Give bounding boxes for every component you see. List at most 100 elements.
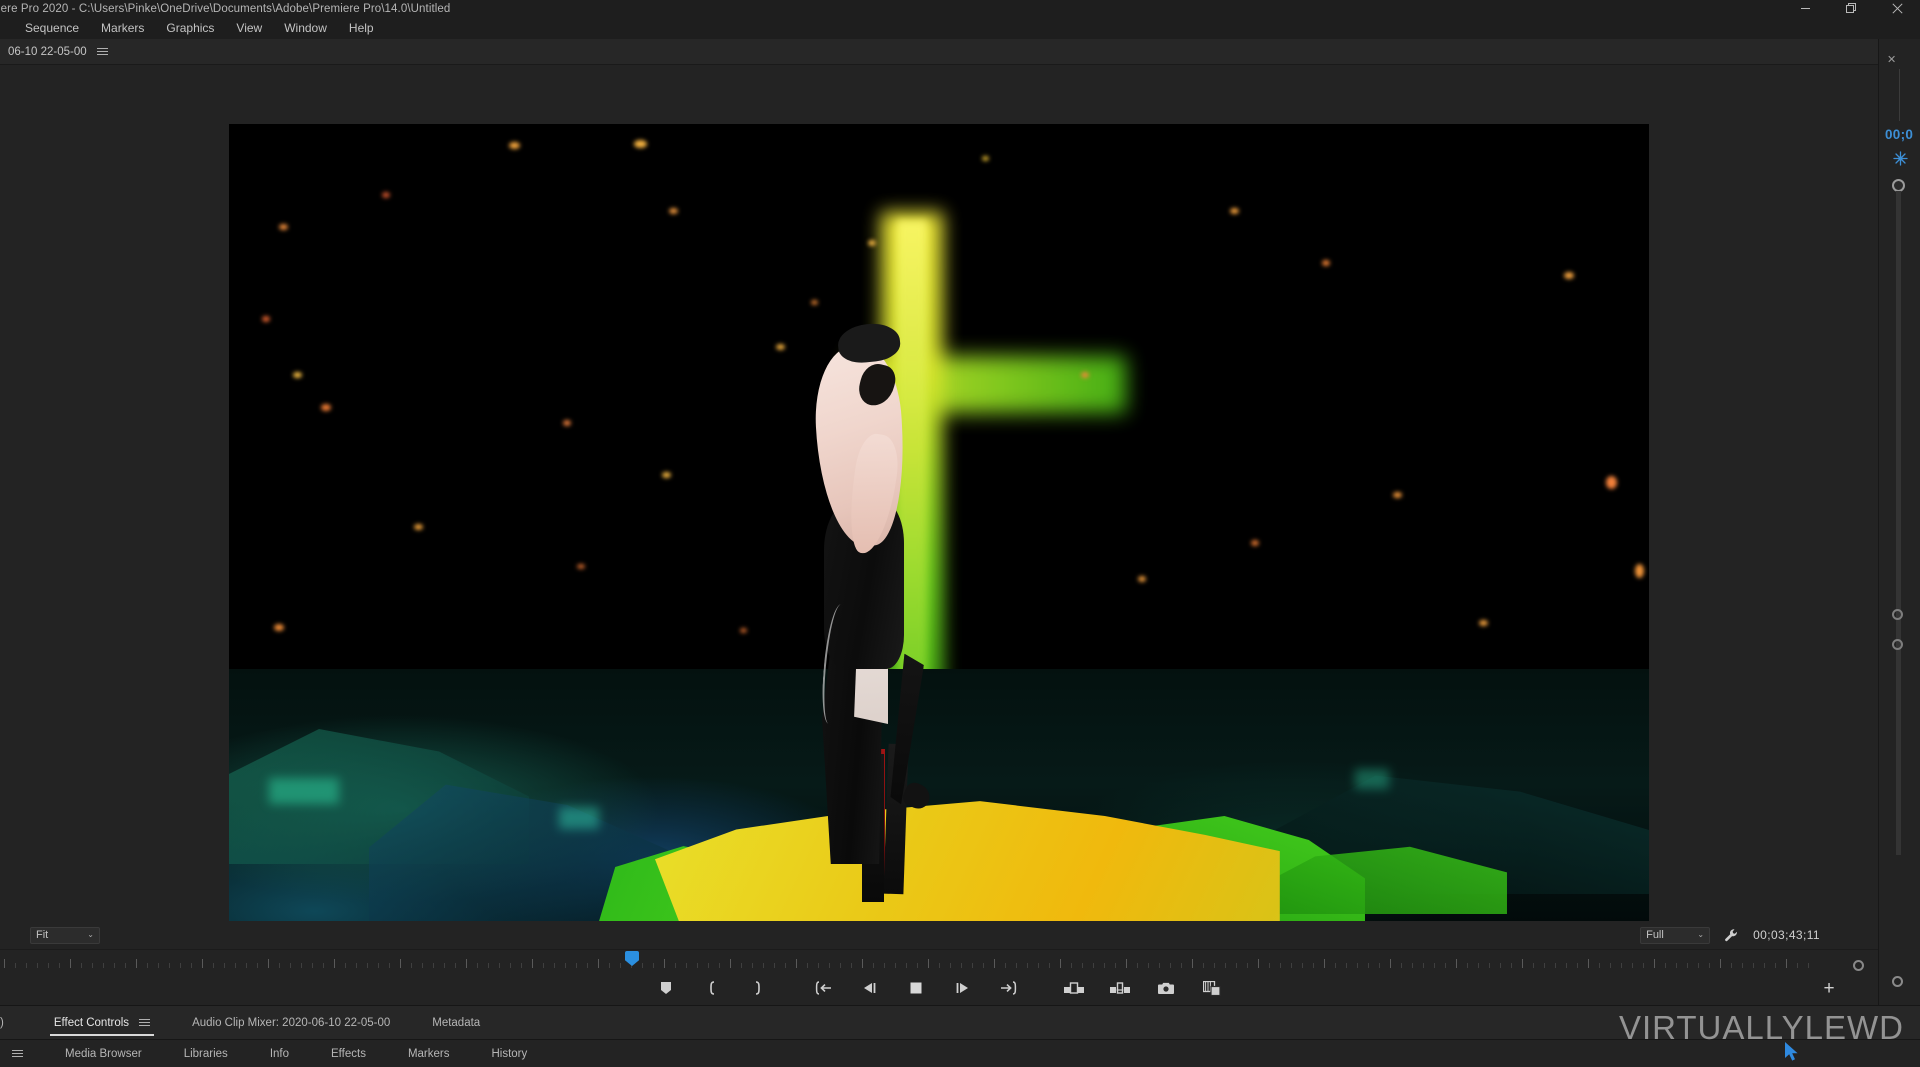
comparison-view-button[interactable] (1200, 976, 1224, 1000)
tab-audio-clip-mixer[interactable]: Audio Clip Mixer: 2020-06-10 22-05-00 (182, 1006, 400, 1039)
scrubber-tick (1324, 959, 1325, 968)
scrubber-tick (1522, 959, 1523, 968)
effect-icon[interactable] (1893, 151, 1908, 169)
scrubber-tick (213, 963, 214, 968)
tab-effects[interactable]: Effects (321, 1040, 376, 1067)
duration-timecode[interactable]: 00;03;43;11 (1753, 928, 1820, 942)
tab-info[interactable]: Info (260, 1040, 299, 1067)
mark-out-button[interactable] (746, 976, 770, 1000)
tab-partial[interactable]: ) (0, 1006, 14, 1039)
scrubber-tick (1016, 963, 1017, 968)
dock-knob-middle[interactable] (1892, 609, 1903, 620)
play-stop-button[interactable] (904, 976, 928, 1000)
scrubber-tick (1170, 963, 1171, 968)
lift-button[interactable] (1062, 976, 1086, 1000)
particle (413, 524, 423, 530)
scrubber-tick (708, 963, 709, 968)
particle (1478, 620, 1488, 626)
monitor-sequence-tab[interactable]: 06-10 22-05-00 (0, 39, 116, 65)
add-marker-button[interactable] (654, 976, 678, 1000)
scrubber-tick (1786, 959, 1787, 968)
playback-resolution-dropdown[interactable]: Full ⌄ (1640, 926, 1711, 944)
menu-view[interactable]: View (225, 19, 273, 37)
tab-markers[interactable]: Markers (398, 1040, 460, 1067)
close-button[interactable] (1874, 0, 1920, 17)
go-to-out-button[interactable] (996, 976, 1020, 1000)
scrubber-tick (92, 963, 93, 968)
window-controls (1782, 0, 1920, 17)
menu-window[interactable]: Window (273, 19, 338, 37)
zoom-level-value: Fit (36, 929, 49, 941)
scrubber-tick (1214, 963, 1215, 968)
scrubber-tick (235, 963, 236, 968)
scrubber-tick (444, 963, 445, 968)
scrubber-tick (1687, 963, 1688, 968)
scrubber-tick (422, 963, 423, 968)
dock-knob-middle-2[interactable] (1892, 639, 1903, 650)
tab-history[interactable]: History (481, 1040, 537, 1067)
go-to-in-button[interactable] (812, 976, 836, 1000)
scrubber-tick (4, 959, 5, 968)
particle (278, 224, 288, 230)
menu-markers[interactable]: Markers (90, 19, 155, 37)
scrubber-tick (1632, 963, 1633, 968)
scrubber-tick (1038, 963, 1039, 968)
dock-knob-bottom[interactable] (1892, 976, 1903, 987)
mark-in-button[interactable] (700, 976, 724, 1000)
scrubber-tick (807, 963, 808, 968)
button-editor-button[interactable]: + (1818, 977, 1840, 999)
scrubber-tick (1192, 959, 1193, 968)
menu-graphics[interactable]: Graphics (155, 19, 225, 37)
minimize-button[interactable] (1782, 0, 1828, 17)
zoom-level-dropdown[interactable]: Fit ⌄ (30, 926, 100, 944)
scrubber-zoom-knob[interactable] (1853, 960, 1864, 971)
close-icon[interactable]: ✕ (1887, 53, 1896, 66)
particle (1081, 372, 1089, 378)
particle (274, 624, 285, 631)
project-panel-tab[interactable] (0, 1040, 33, 1067)
scrubber-tick (433, 963, 434, 968)
export-frame-button[interactable] (1154, 976, 1178, 1000)
scrubber-tick (125, 963, 126, 968)
particle (382, 192, 391, 198)
wrench-icon[interactable] (1724, 928, 1739, 943)
particle (811, 300, 819, 305)
dock-slider-track[interactable] (1896, 191, 1901, 855)
hamburger-icon[interactable] (12, 1050, 23, 1057)
hamburger-icon[interactable] (96, 48, 108, 55)
hamburger-icon[interactable] (139, 1019, 151, 1026)
tab-media-browser[interactable]: Media Browser (55, 1040, 152, 1067)
scrubber-tick (895, 963, 896, 968)
step-back-button[interactable] (858, 976, 882, 1000)
particle (576, 564, 585, 569)
scrubber-tick (1071, 963, 1072, 968)
monitor-scrubber[interactable] (0, 949, 1878, 971)
tab-libraries[interactable]: Libraries (174, 1040, 238, 1067)
character-hat (836, 320, 902, 366)
bottom-panel-tabbar-secondary: Media Browser Libraries Info Effects Mar… (0, 1039, 1920, 1067)
menu-sequence[interactable]: Sequence (14, 19, 90, 37)
video-frame[interactable] (229, 124, 1649, 924)
scrubber-tick (1269, 963, 1270, 968)
scrubber-tick (1588, 959, 1589, 968)
scrubber-tick (1654, 959, 1655, 968)
character (804, 320, 934, 902)
restore-button[interactable] (1828, 0, 1874, 17)
divider (1899, 69, 1900, 121)
scrubber-tick (994, 959, 995, 968)
scrubber-tick (180, 963, 181, 968)
scrubber-tick (1808, 963, 1809, 968)
dock-timecode[interactable]: 00;0 (1885, 127, 1913, 142)
tab-metadata[interactable]: Metadata (422, 1006, 490, 1039)
scrubber-tick (345, 963, 346, 968)
scrubber-tick (466, 959, 467, 968)
scrubber-tick (1335, 963, 1336, 968)
scrubber-tick (246, 963, 247, 968)
step-forward-button[interactable] (950, 976, 974, 1000)
particle (1563, 272, 1574, 279)
particle (562, 420, 571, 426)
tab-effect-controls[interactable]: Effect Controls (44, 1006, 160, 1039)
menu-help[interactable]: Help (338, 19, 385, 37)
extract-button[interactable] (1108, 976, 1132, 1000)
scrubber-tick (1104, 963, 1105, 968)
